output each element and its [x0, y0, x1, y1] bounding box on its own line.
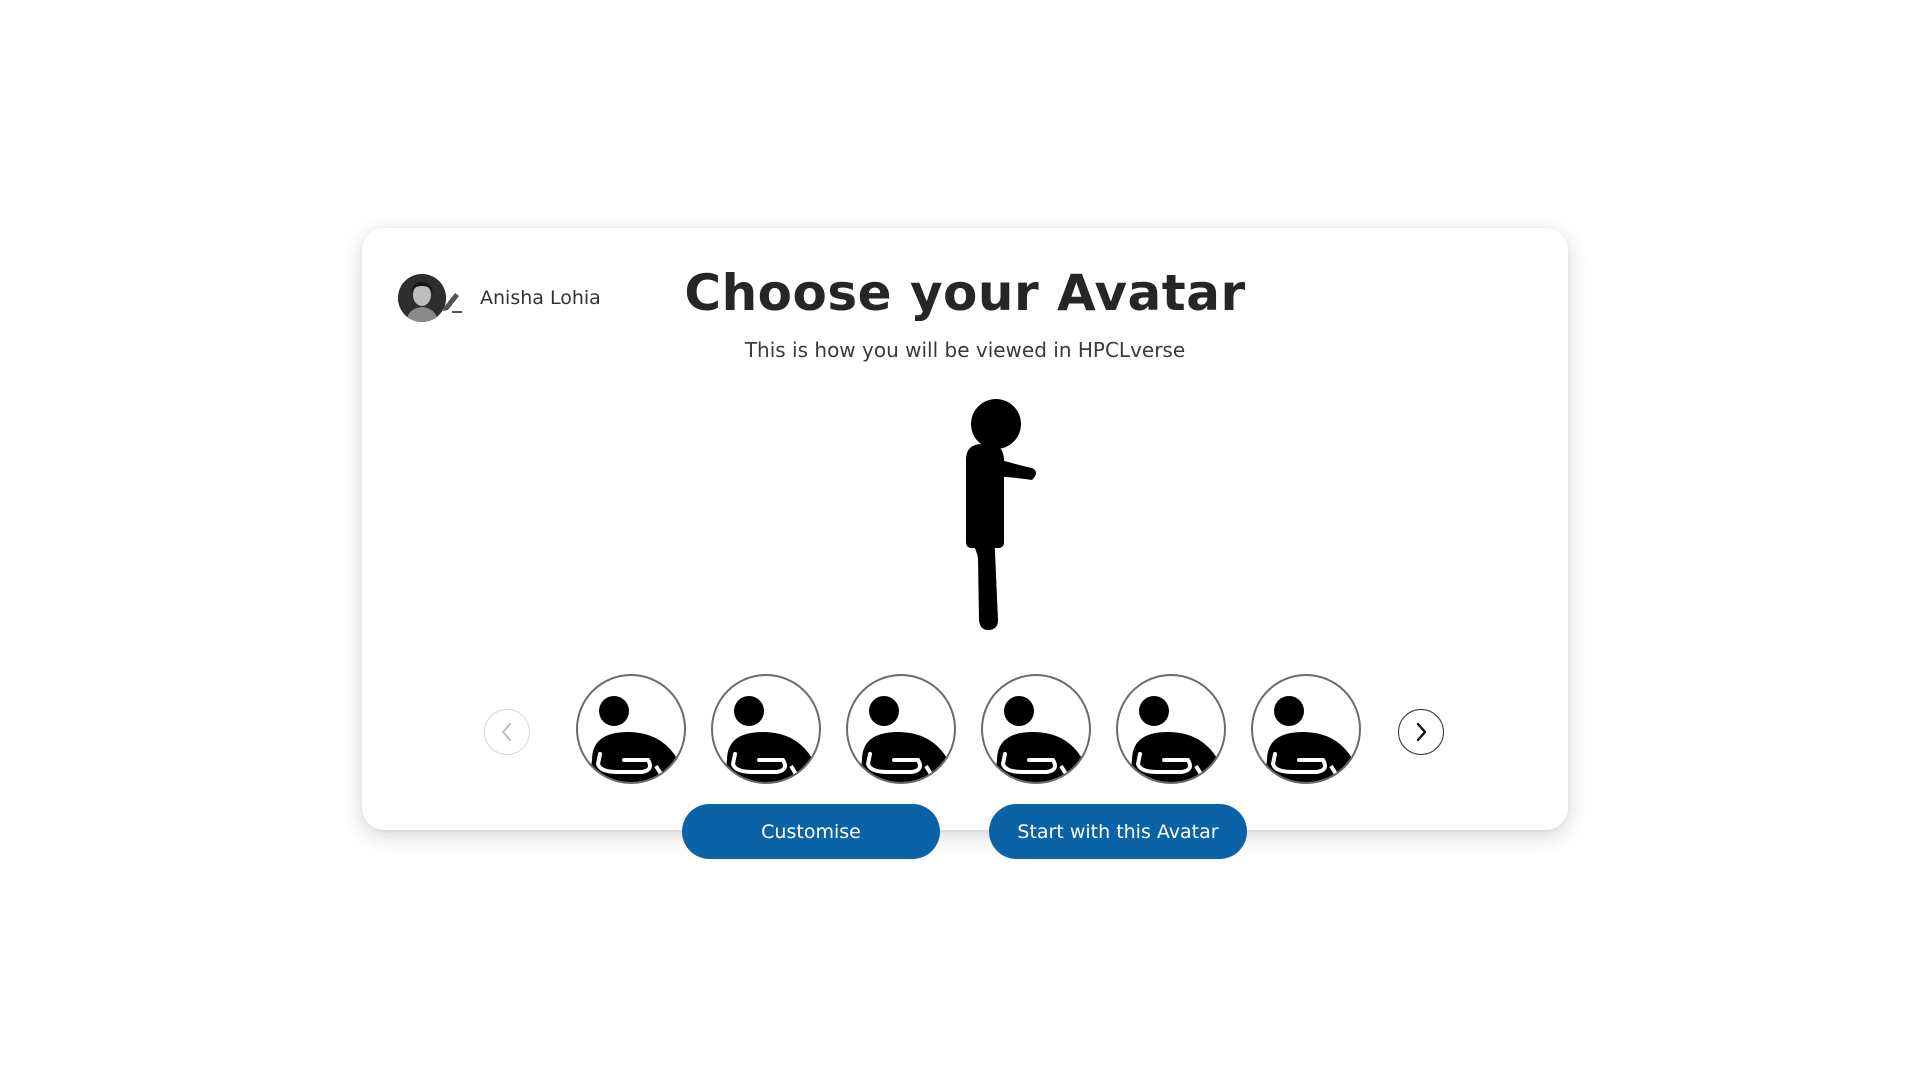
chevron-left-icon	[502, 723, 511, 741]
avatar-option[interactable]	[981, 674, 1091, 784]
avatar-option-icon	[861, 696, 950, 782]
customise-button[interactable]: Customise	[682, 804, 940, 859]
avatar-option[interactable]	[1251, 674, 1361, 784]
page-subtitle: This is how you will be viewed in HPCLve…	[744, 338, 1186, 362]
avatar-carousel	[362, 674, 1568, 790]
avatar-selection-card: Anisha Lohia Choose your Avatar This is …	[362, 228, 1568, 859]
avatar-option[interactable]	[1116, 674, 1226, 784]
avatar-option-icon	[1266, 696, 1355, 782]
page-title: Choose your Avatar	[684, 264, 1246, 322]
carousel-prev-button[interactable]	[484, 709, 530, 755]
avatar-option[interactable]	[576, 674, 686, 784]
avatar-option-icon	[726, 696, 815, 782]
avatar-option-icon	[1131, 696, 1220, 782]
start-with-avatar-button[interactable]: Start with this Avatar	[989, 804, 1247, 859]
standing-avatar-figure	[932, 398, 1062, 630]
avatar-option[interactable]	[846, 674, 956, 784]
avatar-option-icon	[591, 696, 680, 782]
chevron-right-icon	[1416, 722, 1427, 742]
avatar-option-icon	[996, 696, 1085, 782]
avatar-option[interactable]	[711, 674, 821, 784]
carousel-next-button[interactable]	[1398, 709, 1444, 755]
page: Anisha Lohia Choose your Avatar This is …	[0, 0, 1920, 1080]
